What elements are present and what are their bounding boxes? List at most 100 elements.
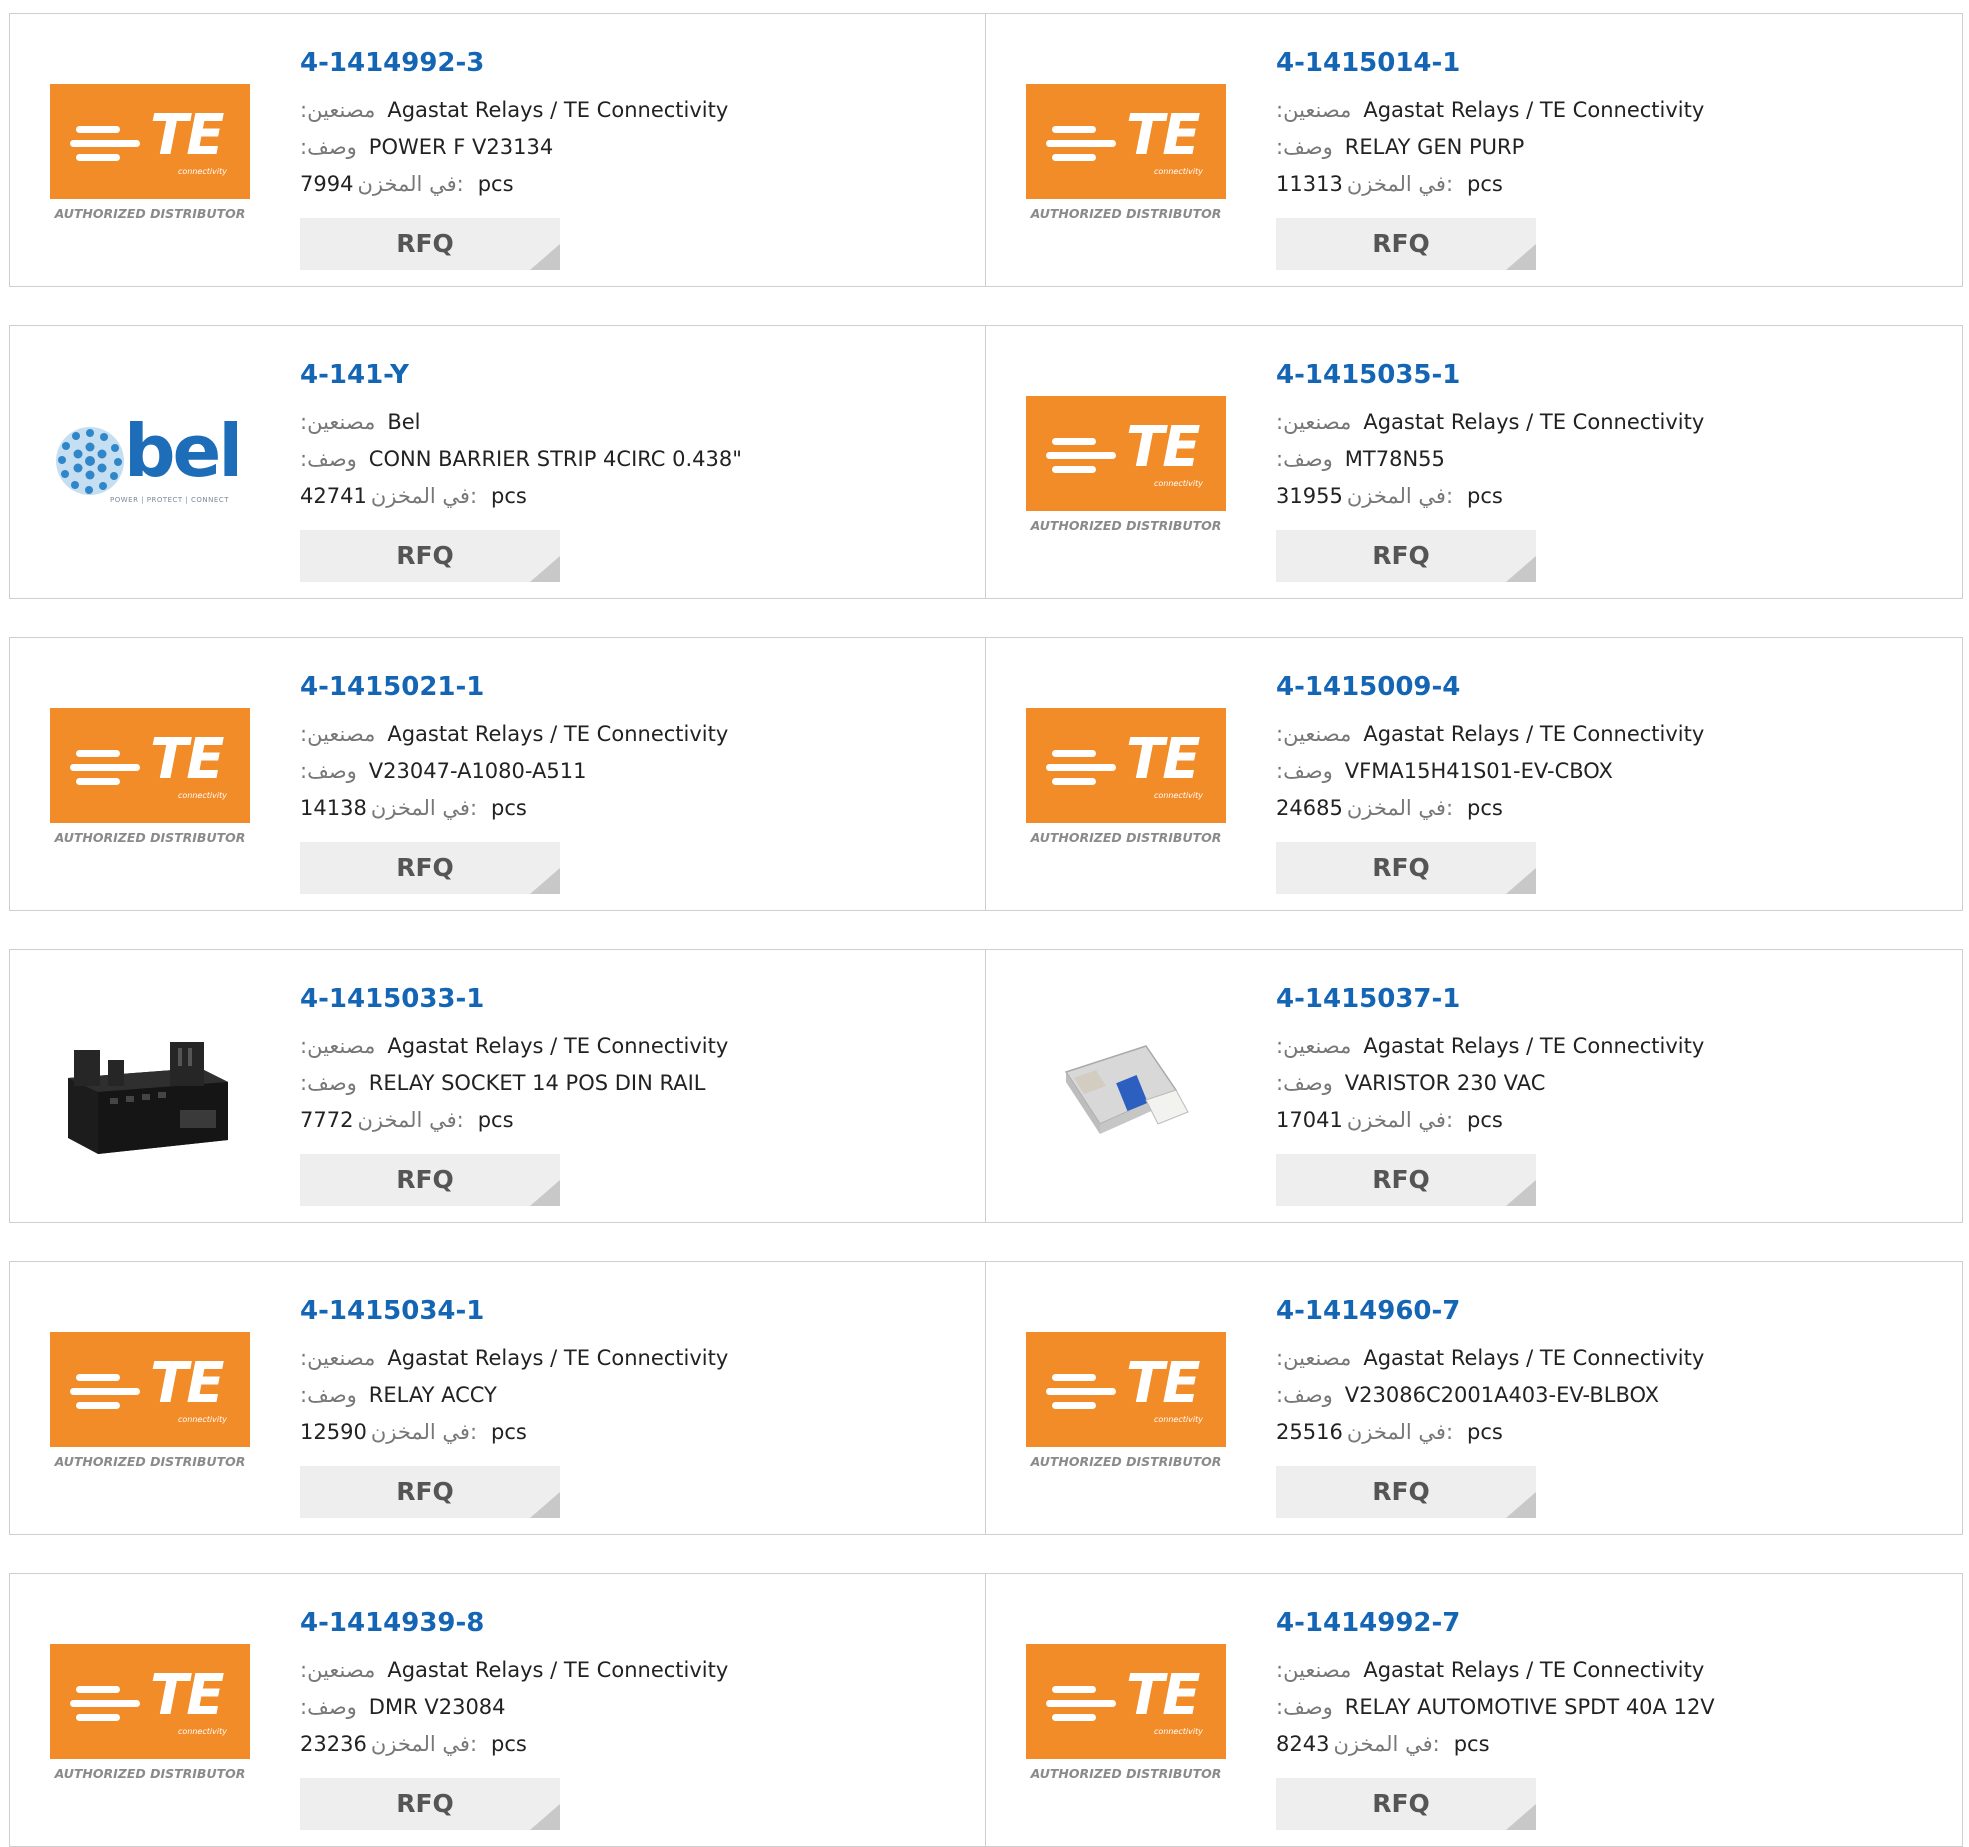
bel-globe-icon <box>56 427 124 495</box>
rfq-button[interactable]: RFQ <box>300 1154 560 1206</box>
manufacturer-row: :مصنعين Agastat Relays / TE Connectivity <box>300 96 728 124</box>
te-connectivity-logo: TE connectivity <box>1026 1644 1226 1759</box>
rfq-button-label: RFQ <box>1372 853 1430 882</box>
manufacturer-value: Agastat Relays / TE Connectivity <box>1363 722 1705 746</box>
rfq-button[interactable]: RFQ <box>300 1466 560 1518</box>
manufacturer-label: :مصنعين <box>300 1658 376 1682</box>
rfq-button[interactable]: RFQ <box>1276 218 1536 270</box>
description-row: :وصف CONN BARRIER STRIP 4CIRC 0.438" <box>300 445 742 473</box>
rfq-button[interactable]: RFQ <box>1276 1778 1536 1830</box>
description-label: :وصف <box>1276 1383 1333 1407</box>
rfq-button[interactable]: RFQ <box>300 1778 560 1830</box>
product-image[interactable]: TE connectivity AUTHORIZED DISTRIBUTOR <box>1026 396 1226 532</box>
part-number-link[interactable]: 4-1415009-4 <box>1276 672 1460 702</box>
stock-unit: pcs <box>1467 172 1503 196</box>
te-connectivity-logo: TE connectivity <box>1026 84 1226 199</box>
description-row: :وصف VFMA15H41S01-EV-CBOX <box>1276 757 1613 785</box>
product-image[interactable]: TE connectivity AUTHORIZED DISTRIBUTOR <box>50 708 250 844</box>
description-value: DMR V23084 <box>368 1695 506 1719</box>
part-number-link[interactable]: 4-1415037-1 <box>1276 984 1460 1014</box>
product-card: bel POWER | PROTECT | CONNECT 4-141-Y :م… <box>9 325 987 599</box>
rfq-button[interactable]: RFQ <box>1276 842 1536 894</box>
part-number-link[interactable]: 4-1415035-1 <box>1276 360 1460 390</box>
part-number-link[interactable]: 4-1414992-3 <box>300 48 484 78</box>
description-label: :وصف <box>1276 447 1333 471</box>
manufacturer-label: :مصنعين <box>300 98 376 122</box>
part-number-link[interactable]: 4-1414939-8 <box>300 1608 484 1638</box>
description-value: RELAY ACCY <box>368 1383 497 1407</box>
product-image[interactable]: TE connectivity AUTHORIZED DISTRIBUTOR <box>50 84 250 220</box>
in-stock-label: في المخزن: <box>1346 1420 1454 1444</box>
stock-unit: pcs <box>1467 1108 1503 1132</box>
product-image[interactable]: TE connectivity AUTHORIZED DISTRIBUTOR <box>1026 1644 1226 1780</box>
stock-quantity: 17041 <box>1276 1108 1343 1132</box>
part-number-link[interactable]: 4-1415034-1 <box>300 1296 484 1326</box>
product-image[interactable]: TE connectivity AUTHORIZED DISTRIBUTOR <box>1026 84 1226 220</box>
product-image[interactable]: TE connectivity AUTHORIZED DISTRIBUTOR <box>50 1644 250 1780</box>
te-connectivity-logo: TE connectivity <box>50 708 250 823</box>
stock-row: 17041 في المخزن: pcs <box>1276 1106 1503 1134</box>
description-label: :وصف <box>1276 1695 1333 1719</box>
manufacturer-row: :مصنعين Agastat Relays / TE Connectivity <box>1276 408 1704 436</box>
te-subtext: connectivity <box>1154 479 1203 488</box>
product-image[interactable]: TE connectivity AUTHORIZED DISTRIBUTOR <box>50 1332 250 1468</box>
rfq-button[interactable]: RFQ <box>1276 1154 1536 1206</box>
rfq-corner-decoration <box>530 244 560 270</box>
manufacturer-label: :مصنعين <box>1276 1658 1352 1682</box>
part-number-link[interactable]: 4-1415014-1 <box>1276 48 1460 78</box>
rfq-button[interactable]: RFQ <box>1276 1466 1536 1518</box>
manufacturer-row: :مصنعين Agastat Relays / TE Connectivity <box>300 1344 728 1372</box>
rfq-button[interactable]: RFQ <box>1276 530 1536 582</box>
product-card: TE connectivity AUTHORIZED DISTRIBUTOR 4… <box>985 325 1963 599</box>
product-image[interactable]: bel POWER | PROTECT | CONNECT <box>50 396 250 532</box>
description-label: :وصف <box>1276 135 1333 159</box>
te-subtext: connectivity <box>178 1727 227 1736</box>
rfq-corner-decoration <box>1506 1180 1536 1206</box>
description-label: :وصف <box>300 1695 357 1719</box>
authorized-distributor-caption: AUTHORIZED DISTRIBUTOR <box>54 1766 246 1780</box>
part-number-link[interactable]: 4-1414960-7 <box>1276 1296 1460 1326</box>
part-number-link[interactable]: 4-1414992-7 <box>1276 1608 1460 1638</box>
authorized-distributor-caption: AUTHORIZED DISTRIBUTOR <box>54 830 246 844</box>
manufacturer-value: Agastat Relays / TE Connectivity <box>1363 410 1705 434</box>
manufacturer-row: :مصنعين Agastat Relays / TE Connectivity <box>300 1656 728 1684</box>
stock-row: 7772 في المخزن: pcs <box>300 1106 514 1134</box>
product-image[interactable] <box>1026 1020 1226 1156</box>
rfq-button-label: RFQ <box>396 1789 454 1818</box>
description-row: :وصف VARISTOR 230 VAC <box>1276 1069 1545 1097</box>
product-image[interactable]: TE connectivity AUTHORIZED DISTRIBUTOR <box>1026 1332 1226 1468</box>
description-value: MT78N55 <box>1344 447 1445 471</box>
relay-socket-photo <box>68 1042 228 1154</box>
rfq-button-label: RFQ <box>1372 541 1430 570</box>
description-row: :وصف MT78N55 <box>1276 445 1445 473</box>
stock-unit: pcs <box>1467 1420 1503 1444</box>
description-value: VARISTOR 230 VAC <box>1344 1071 1546 1095</box>
stock-row: 11313 في المخزن: pcs <box>1276 170 1503 198</box>
manufacturer-row: :مصنعين Agastat Relays / TE Connectivity <box>1276 720 1704 748</box>
stock-unit: pcs <box>1467 484 1503 508</box>
in-stock-label: في المخزن: <box>1346 172 1454 196</box>
rfq-button[interactable]: RFQ <box>300 530 560 582</box>
part-number-link[interactable]: 4-141-Y <box>300 360 409 390</box>
rfq-button[interactable]: RFQ <box>300 842 560 894</box>
description-value: CONN BARRIER STRIP 4CIRC 0.438" <box>368 447 742 471</box>
rfq-button-label: RFQ <box>1372 1789 1430 1818</box>
part-number-link[interactable]: 4-1415021-1 <box>300 672 484 702</box>
te-subtext: connectivity <box>1154 791 1203 800</box>
product-image[interactable] <box>50 1020 250 1156</box>
part-number-link[interactable]: 4-1415033-1 <box>300 984 484 1014</box>
description-row: :وصف POWER F V23134 <box>300 133 553 161</box>
product-grid: TE connectivity AUTHORIZED DISTRIBUTOR 4… <box>0 0 1969 1847</box>
manufacturer-value: Agastat Relays / TE Connectivity <box>387 1658 729 1682</box>
description-label: :وصف <box>300 447 357 471</box>
stock-quantity: 23236 <box>300 1732 367 1756</box>
rfq-button[interactable]: RFQ <box>300 218 560 270</box>
product-card: TE connectivity AUTHORIZED DISTRIBUTOR 4… <box>9 1261 987 1535</box>
authorized-distributor-caption: AUTHORIZED DISTRIBUTOR <box>1030 830 1222 844</box>
product-image[interactable]: TE connectivity AUTHORIZED DISTRIBUTOR <box>1026 708 1226 844</box>
product-card: TE connectivity AUTHORIZED DISTRIBUTOR 4… <box>985 13 1963 287</box>
rfq-button-label: RFQ <box>396 1477 454 1506</box>
description-label: :وصف <box>1276 759 1333 783</box>
manufacturer-label: :مصنعين <box>1276 98 1352 122</box>
te-letters: TE <box>150 103 224 168</box>
